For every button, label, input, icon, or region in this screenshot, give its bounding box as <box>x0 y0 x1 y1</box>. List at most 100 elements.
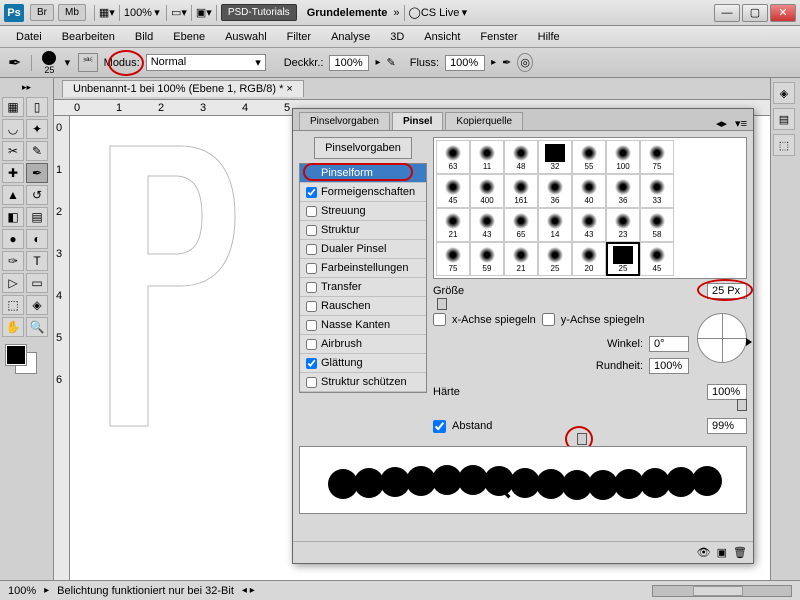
eyedropper-tool[interactable]: ✎ <box>26 141 48 161</box>
brush-tip-cell[interactable]: 20 <box>572 242 606 276</box>
heal-tool[interactable]: ✚ <box>2 163 24 183</box>
history-brush-tool[interactable]: ↺ <box>26 185 48 205</box>
pressure-size-icon[interactable]: ◎ <box>517 53 533 72</box>
hand-tool[interactable]: ✋ <box>2 317 24 337</box>
brush-tool-icon[interactable]: ✒ <box>8 53 21 73</box>
eraser-tool[interactable]: ◧ <box>2 207 24 227</box>
delete-brush-icon[interactable]: 🗑 <box>733 546 747 559</box>
brush-tip-grid[interactable]: 6311483255100754540016136403633214365144… <box>433 137 747 279</box>
arrange-icon[interactable]: ▭▾ <box>171 6 187 19</box>
scrollbar-h[interactable] <box>652 585 792 597</box>
brush-tip-cell[interactable]: 43 <box>470 208 504 242</box>
roundness-field[interactable]: 100% <box>649 358 689 374</box>
airbrush-icon[interactable]: ✒ <box>502 56 511 69</box>
brush-tip-cell[interactable]: 43 <box>572 208 606 242</box>
foreground-swatch[interactable] <box>6 345 26 365</box>
gradient-tool[interactable]: ▤ <box>26 207 48 227</box>
brush-option-0[interactable]: Pinselform <box>300 164 426 183</box>
tab-pinsel[interactable]: Pinsel <box>392 112 443 130</box>
size-field[interactable]: 25 Px <box>707 283 747 299</box>
brush-tip-cell[interactable]: 11 <box>470 140 504 174</box>
menu-fenster[interactable]: Fenster <box>472 29 525 45</box>
lasso-tool[interactable]: ◡ <box>2 119 24 139</box>
brush-tip-cell[interactable]: 75 <box>640 140 674 174</box>
brush-tip-cell[interactable]: 100 <box>606 140 640 174</box>
brush-tool[interactable]: ✒ <box>26 163 48 183</box>
brush-option-2[interactable]: Streuung <box>300 202 426 221</box>
status-zoom[interactable]: 100% <box>8 585 36 597</box>
menu-3d[interactable]: 3D <box>382 29 412 45</box>
dodge-tool[interactable]: ◐ <box>26 229 48 249</box>
brush-option-8[interactable]: Nasse Kanten <box>300 316 426 335</box>
brush-option-10[interactable]: Glättung <box>300 354 426 373</box>
paths-panel-icon[interactable]: ⬚ <box>773 134 795 156</box>
marquee-tool[interactable]: ▯ <box>26 97 48 117</box>
brush-tip-cell[interactable]: 58 <box>640 208 674 242</box>
blur-tool[interactable]: ● <box>2 229 24 249</box>
shape-tool[interactable]: ▭ <box>26 273 48 293</box>
cslive-icon[interactable]: ◯ <box>409 6 421 19</box>
brush-tip-cell[interactable]: 161 <box>504 174 538 208</box>
menu-filter[interactable]: Filter <box>279 29 319 45</box>
workspace-label[interactable]: Grundelemente <box>307 7 388 19</box>
brush-option-3[interactable]: Struktur <box>300 221 426 240</box>
angle-field[interactable]: 0° <box>649 336 689 352</box>
menu-analyse[interactable]: Analyse <box>323 29 378 45</box>
brush-tip-cell[interactable]: 40 <box>572 174 606 208</box>
close-button[interactable]: ✕ <box>770 4 796 22</box>
spacing-field[interactable]: 99% <box>707 418 747 434</box>
brush-presets-button[interactable]: Pinselvorgaben <box>314 137 412 159</box>
brush-tip-cell[interactable]: 63 <box>436 140 470 174</box>
menu-auswahl[interactable]: Auswahl <box>217 29 275 45</box>
menu-ansicht[interactable]: Ansicht <box>416 29 468 45</box>
menu-bild[interactable]: Bild <box>127 29 161 45</box>
flip-x-checkbox[interactable] <box>433 313 446 326</box>
maximize-button[interactable]: ▢ <box>742 4 768 22</box>
zoom-tool[interactable]: 🔍 <box>26 317 48 337</box>
pressure-opacity-icon[interactable]: ✎ <box>387 56 396 69</box>
zoom-display[interactable]: 100% <box>124 7 152 19</box>
brush-preview-dot[interactable] <box>42 51 56 65</box>
brush-option-6[interactable]: Transfer <box>300 278 426 297</box>
brush-tip-cell[interactable]: 25 <box>606 242 640 276</box>
brush-tip-cell[interactable]: 33 <box>640 174 674 208</box>
panel-collapse-icon[interactable]: ◂▸ <box>716 117 727 130</box>
brush-tip-cell[interactable]: 55 <box>572 140 606 174</box>
menu-datei[interactable]: Datei <box>8 29 50 45</box>
brush-tip-cell[interactable]: 45 <box>436 174 470 208</box>
move-tool[interactable]: ▦ <box>2 97 24 117</box>
opacity-field[interactable]: 100% <box>329 55 369 71</box>
close-tab-icon[interactable]: × <box>286 83 292 95</box>
channels-panel-icon[interactable]: ▤ <box>773 108 795 130</box>
brush-tip-cell[interactable]: 400 <box>470 174 504 208</box>
minimize-button[interactable]: — <box>714 4 740 22</box>
screen-mode-icon[interactable]: ▣▾ <box>196 6 212 19</box>
pen-tool[interactable]: ✑ <box>2 251 24 271</box>
brush-option-11[interactable]: Struktur schützen <box>300 373 426 392</box>
tab-pinselvorgaben[interactable]: Pinselvorgaben <box>299 112 390 130</box>
brush-tip-cell[interactable]: 25 <box>538 242 572 276</box>
document-tab[interactable]: Unbenannt-1 bei 100% (Ebene 1, RGB/8) * … <box>62 80 304 97</box>
layers-panel-icon[interactable]: ◈ <box>773 82 795 104</box>
cslive-label[interactable]: CS Live <box>421 7 460 19</box>
brush-option-5[interactable]: Farbeinstellungen <box>300 259 426 278</box>
3d-tool[interactable]: ⬚ <box>2 295 24 315</box>
menu-ebene[interactable]: Ebene <box>165 29 213 45</box>
brush-tip-cell[interactable]: 21 <box>436 208 470 242</box>
brush-option-7[interactable]: Rauschen <box>300 297 426 316</box>
brush-tip-cell[interactable]: 48 <box>504 140 538 174</box>
minibridge-button[interactable]: Mb <box>58 4 86 21</box>
spacing-checkbox[interactable] <box>433 420 446 433</box>
menu-hilfe[interactable]: Hilfe <box>530 29 568 45</box>
brush-tip-cell[interactable]: 23 <box>606 208 640 242</box>
brush-tip-cell[interactable]: 36 <box>538 174 572 208</box>
view-extras-icon[interactable]: ▦▾ <box>99 6 115 19</box>
menu-bearbeiten[interactable]: Bearbeiten <box>54 29 123 45</box>
flow-field[interactable]: 100% <box>445 55 485 71</box>
tab-kopierquelle[interactable]: Kopierquelle <box>445 112 523 130</box>
brush-tip-cell[interactable]: 59 <box>470 242 504 276</box>
ruler-vertical[interactable]: 0123456 <box>54 116 70 580</box>
flip-y-checkbox[interactable] <box>542 313 555 326</box>
type-tool[interactable]: T <box>26 251 48 271</box>
workspace-selector[interactable]: PSD-Tutorials <box>221 4 297 21</box>
